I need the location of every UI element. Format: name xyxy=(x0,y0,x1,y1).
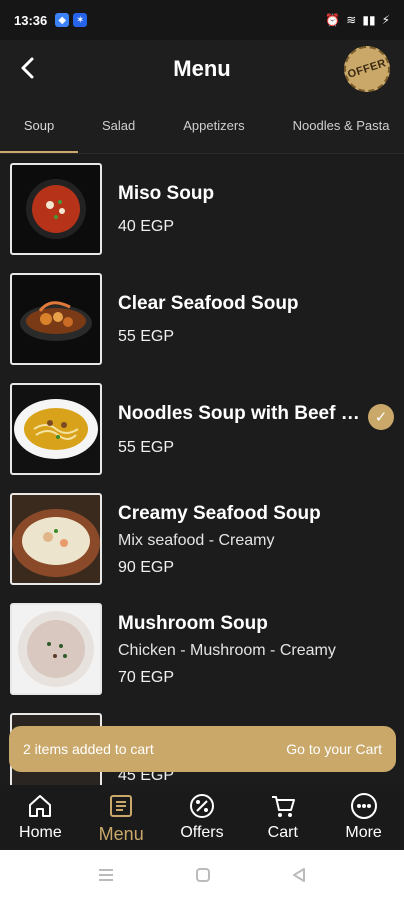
item-price: 90 EGP xyxy=(118,559,175,576)
tab-appetizers[interactable]: Appetizers xyxy=(159,98,268,153)
item-name: Mushroom Soup xyxy=(118,613,268,634)
menu-item-creamy-seafood-soup[interactable]: Creamy Seafood Soup Mix seafood - Creamy… xyxy=(0,485,404,595)
tab-noodles-pasta[interactable]: Noodles & Pasta xyxy=(269,98,404,153)
cart-toast-message: 2 items added to cart xyxy=(23,741,154,757)
nav-cart[interactable]: Cart xyxy=(242,785,323,849)
back-button[interactable] xyxy=(12,52,44,84)
dish-thumbnail xyxy=(10,603,102,695)
nav-label: Home xyxy=(19,824,62,841)
app-notification-icon: ✶ xyxy=(73,13,88,27)
menu-item-miso-soup[interactable]: Miso Soup 40 EGP xyxy=(0,155,404,265)
recent-apps-icon[interactable] xyxy=(97,867,115,883)
shield-icon: ◆ xyxy=(55,13,70,27)
mushroom-soup-image xyxy=(18,611,94,687)
status-time: 13:36 xyxy=(14,12,48,28)
tab-soup[interactable]: Soup xyxy=(0,98,78,153)
more-icon xyxy=(349,791,379,821)
menu-item-noodles-soup[interactable]: Noodles Soup with Beef o... ✓ 55 EGP xyxy=(0,375,404,485)
cart-icon xyxy=(268,791,298,821)
nav-more[interactable]: More xyxy=(323,785,404,849)
system-status-icons: ⏰ ≋ ▮▮ ⚡ xyxy=(325,13,390,27)
dish-thumbnail xyxy=(10,273,102,365)
item-price: 55 EGP xyxy=(118,328,175,345)
cart-toast[interactable]: 2 items added to cart Go to your Cart xyxy=(9,726,396,772)
noodles-soup-image xyxy=(14,399,98,459)
creamy-seafood-soup-image xyxy=(12,509,100,577)
offer-badge-label: OFFER xyxy=(346,57,388,81)
item-price: 55 EGP xyxy=(118,439,175,456)
nav-label: Offers xyxy=(180,824,224,841)
chevron-left-icon xyxy=(21,57,34,79)
item-name: Noodles Soup with Beef o... xyxy=(118,403,368,424)
category-tabs: Soup Salad Appetizers Noodles & Pasta xyxy=(0,98,404,154)
dish-thumbnail xyxy=(10,383,102,475)
dish-thumbnail xyxy=(10,163,102,255)
item-name: Clear Seafood Soup xyxy=(118,293,299,314)
item-name: Miso Soup xyxy=(118,183,215,204)
tab-salad[interactable]: Salad xyxy=(78,98,159,153)
item-price: 40 EGP xyxy=(118,218,175,235)
wifi-icon: ≋ xyxy=(346,13,357,27)
offer-badge-button[interactable]: OFFER xyxy=(338,40,396,98)
item-description: Mix seafood - Creamy xyxy=(118,532,275,549)
offers-tag-icon xyxy=(187,791,217,821)
menu-item-clear-seafood-soup[interactable]: Clear Seafood Soup 55 EGP xyxy=(0,265,404,375)
app-header: Menu OFFER xyxy=(0,40,404,98)
item-name: Creamy Seafood Soup xyxy=(118,503,321,524)
seafood-soup-image xyxy=(20,301,92,341)
miso-soup-image xyxy=(26,179,86,239)
nav-offers[interactable]: Offers xyxy=(162,785,243,849)
dish-thumbnail xyxy=(10,493,102,585)
menu-item-list: Miso Soup 40 EGP Clear Seafood Soup 55 E… xyxy=(0,155,404,785)
nav-label: Cart xyxy=(267,824,298,841)
nav-label: More xyxy=(345,824,382,841)
home-icon xyxy=(25,791,55,821)
status-bar: 13:36 ◆ ✶ ⏰ ≋ ▮▮ ⚡ xyxy=(0,0,404,40)
added-check-icon: ✓ xyxy=(368,404,394,430)
back-triangle-icon[interactable] xyxy=(291,867,307,883)
nav-label: Menu xyxy=(98,824,144,844)
system-nav-bar xyxy=(0,850,404,900)
nav-home[interactable]: Home xyxy=(0,785,81,849)
signal-icon: ▮▮ xyxy=(362,13,376,27)
alarm-icon: ⏰ xyxy=(325,13,341,27)
menu-book-icon xyxy=(106,791,136,821)
bottom-nav: Home Menu Offers Cart More xyxy=(0,785,404,849)
item-price: 70 EGP xyxy=(118,669,175,686)
go-to-cart-link[interactable]: Go to your Cart xyxy=(286,741,382,757)
nav-menu[interactable]: Menu xyxy=(81,785,162,849)
home-square-icon[interactable] xyxy=(195,867,211,883)
battery-charging-icon: ⚡ xyxy=(381,13,390,27)
menu-item-mushroom-soup[interactable]: Mushroom Soup Chicken - Mushroom - Cream… xyxy=(0,595,404,705)
item-description: Chicken - Mushroom - Creamy xyxy=(118,642,336,659)
